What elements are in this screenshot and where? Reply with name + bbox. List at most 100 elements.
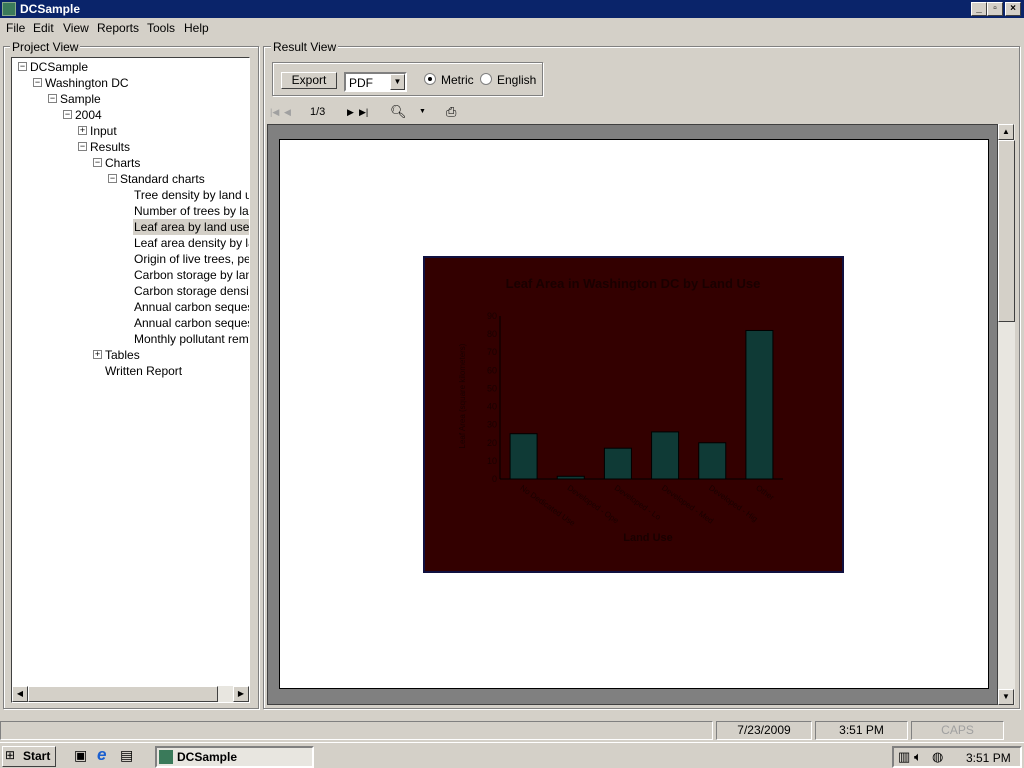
collapse-icon[interactable]: − (18, 62, 27, 71)
collapse-icon[interactable]: − (108, 174, 117, 183)
network-icon[interactable]: ▥ (898, 749, 910, 765)
scroll-up-icon[interactable]: ▲ (998, 124, 1014, 140)
expand-icon[interactable]: + (93, 350, 102, 359)
tree-item[interactable]: Carbon storage by land use (133, 267, 249, 283)
restore-button[interactable]: ▫ (987, 2, 1003, 16)
expand-icon[interactable]: + (78, 126, 87, 135)
status-date: 7/23/2009 (716, 721, 812, 740)
menu-edit[interactable]: Edit (33, 21, 54, 35)
tree-item[interactable]: Origin of live trees, percent (133, 251, 249, 267)
zoom-dropdown-icon[interactable]: ▼ (419, 108, 426, 115)
task-label: DCSample (177, 750, 238, 764)
print-icon[interactable]: ⎙ (446, 104, 456, 120)
taskbar: Start ⊞ ▣ e ▤ DCSample ▥ 🔈︎ ◍ 3:51 PM (0, 742, 1024, 768)
tree-item[interactable]: Standard charts (119, 171, 206, 187)
bar (509, 433, 538, 480)
tree-item[interactable]: Written Report (104, 363, 183, 379)
status-time: 3:51 PM (815, 721, 908, 740)
bar (651, 431, 680, 480)
tree-item[interactable]: Annual carbon sequestration (133, 299, 249, 315)
tree-item[interactable]: 2004 (74, 107, 103, 123)
tree-item[interactable]: Tables (104, 347, 141, 363)
tree-item[interactable]: Tree density by land use (133, 187, 249, 203)
english-label: English (497, 73, 537, 87)
scroll-down-icon[interactable]: ▼ (998, 689, 1014, 705)
collapse-icon[interactable]: − (33, 78, 42, 87)
y-tick-label: 0 (492, 474, 497, 484)
y-tick-label: 90 (487, 311, 497, 321)
menu-tools[interactable]: Tools (147, 21, 175, 35)
scroll-left-icon[interactable]: ◀ (12, 686, 28, 702)
metric-radio[interactable] (424, 73, 436, 85)
close-button[interactable]: × (1005, 2, 1021, 16)
y-tick-label: 20 (487, 438, 497, 448)
format-select[interactable]: PDF ▼ (344, 72, 407, 92)
menu-bar: File Edit View Reports Tools Help (0, 19, 1024, 37)
tree-item[interactable]: Annual carbon sequestration (133, 315, 249, 331)
first-page-icon[interactable]: |◀ (270, 107, 279, 118)
next-page-icon[interactable]: ▶ (347, 107, 354, 118)
viewer-vertical-scrollbar[interactable]: ▲ ▼ (998, 124, 1015, 705)
chart-background (423, 256, 844, 573)
menu-help[interactable]: Help (184, 21, 209, 35)
y-tick-label: 10 (487, 456, 497, 466)
window-title: DCSample (20, 2, 81, 16)
notepad-icon[interactable]: ▤ (120, 747, 133, 764)
show-desktop-icon[interactable]: ▣ (74, 747, 87, 764)
y-tick-label: 70 (487, 347, 497, 357)
prev-page-icon[interactable]: ◀ (284, 107, 291, 118)
bar (556, 475, 585, 480)
globe-icon[interactable]: ◍ (932, 749, 943, 765)
bar (603, 447, 632, 480)
menu-reports[interactable]: Reports (97, 21, 139, 35)
format-value: PDF (349, 76, 373, 90)
windows-logo-icon: ⊞ (5, 748, 16, 762)
tree-item[interactable]: Carbon storage density (133, 283, 249, 299)
last-page-icon[interactable]: ▶| (359, 107, 368, 118)
collapse-icon[interactable]: − (48, 94, 57, 103)
tree-item[interactable]: Monthly pollutant removal (133, 331, 249, 347)
tree-item[interactable]: Number of trees by land use (133, 203, 249, 219)
taskbar-task-dcsample[interactable]: DCSample (155, 746, 314, 768)
zoom-icon[interactable]: 🔍︎ (390, 104, 407, 120)
english-radio[interactable] (480, 73, 492, 85)
start-label: Start (23, 749, 51, 763)
tree-item[interactable]: Charts (104, 155, 141, 171)
chevron-down-icon[interactable]: ▼ (390, 74, 405, 90)
chart-title: Leaf Area in Washington DC by Land Use (506, 276, 761, 291)
app-icon (159, 750, 173, 764)
x-axis-label: Land Use (623, 532, 673, 544)
scroll-right-icon[interactable]: ▶ (233, 686, 249, 702)
tree-item[interactable]: Leaf area by land use (133, 219, 249, 235)
collapse-icon[interactable]: − (93, 158, 102, 167)
tree-item[interactable]: Results (89, 139, 131, 155)
system-tray: ▥ 🔈︎ ◍ 3:51 PM (892, 746, 1022, 768)
internet-explorer-icon[interactable]: e (97, 745, 106, 765)
menu-file[interactable]: File (6, 21, 25, 35)
tree-item[interactable]: Sample (59, 91, 102, 107)
y-tick-label: 40 (487, 402, 497, 412)
minimize-button[interactable]: _ (971, 2, 987, 16)
tree-item[interactable]: Washington DC (44, 75, 130, 91)
y-axis-label: Leaf Area (square kilometers) (458, 343, 467, 448)
menu-view[interactable]: View (63, 21, 89, 35)
tree-item[interactable]: Input (89, 123, 118, 139)
result-view-label: Result View (271, 40, 339, 54)
leaf-area-chart: Leaf Area in Washington DC by Land Use L… (423, 256, 844, 573)
tree-horizontal-scrollbar[interactable]: ◀ ▶ (12, 686, 249, 702)
tree-item[interactable]: Leaf area density by land use (133, 235, 249, 251)
y-tick-label: 50 (487, 383, 497, 393)
scroll-thumb[interactable] (28, 686, 218, 702)
clock: 3:51 PM (966, 751, 1011, 765)
export-button[interactable]: Export (281, 72, 337, 89)
tree-item[interactable]: DCSample (29, 59, 89, 75)
collapse-icon[interactable]: − (63, 110, 72, 119)
y-tick-label: 30 (487, 420, 497, 430)
y-tick-label: 80 (487, 329, 497, 339)
title-bar: DCSample _ ▫ × (0, 0, 1024, 18)
collapse-icon[interactable]: − (78, 142, 87, 151)
metric-label: Metric (441, 73, 474, 87)
scroll-thumb[interactable] (998, 140, 1015, 322)
volume-icon[interactable]: 🔈︎ (914, 749, 922, 765)
project-view-label: Project View (10, 40, 81, 54)
